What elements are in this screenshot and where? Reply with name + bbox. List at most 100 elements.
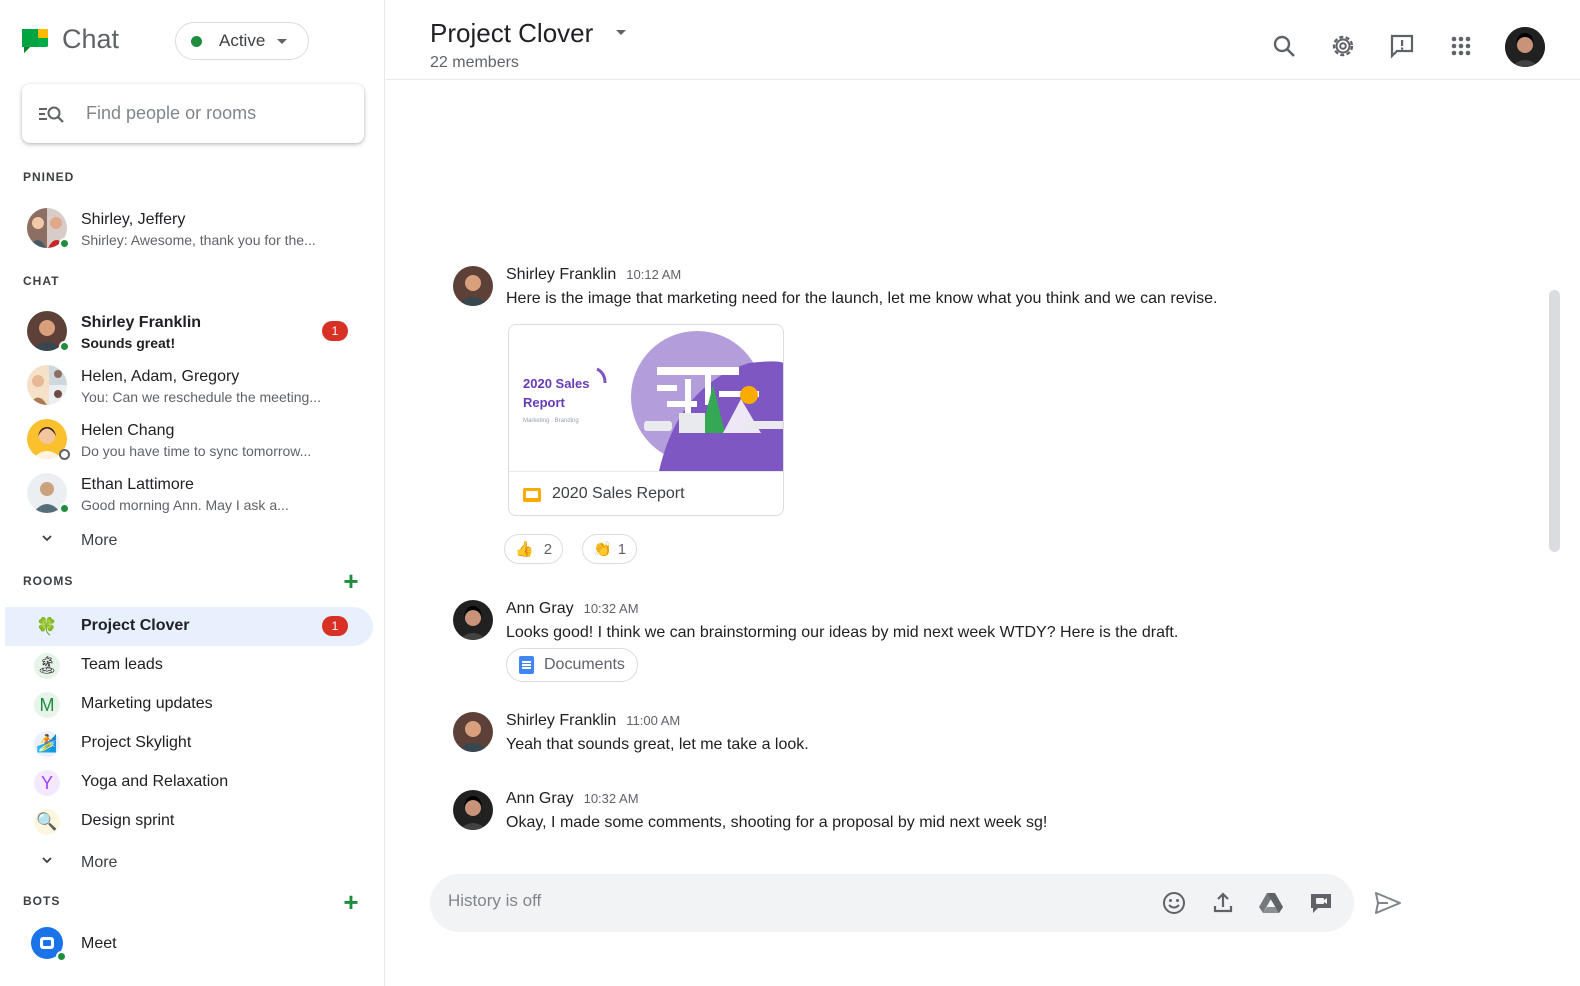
bot-item-meet[interactable]: Meet	[0, 918, 385, 972]
scrollbar-thumb[interactable]	[1549, 290, 1560, 552]
apps-grid-icon[interactable]	[1447, 32, 1475, 60]
chat-item-helen-adam-gregory[interactable]: Helen, Adam, Gregory You: Can we resched…	[0, 358, 385, 412]
gear-icon[interactable]	[1329, 32, 1357, 60]
group-avatar	[27, 365, 67, 405]
author-name: Ann Gray	[506, 790, 574, 807]
message-input[interactable]	[448, 891, 1128, 911]
documents-chip[interactable]: Documents	[506, 648, 638, 682]
room-item-yoga-and-relaxation[interactable]: Y Yoga and Relaxation	[0, 763, 385, 802]
room-item-project-skylight[interactable]: 🏄 Project Skylight	[0, 724, 385, 763]
chat-logo-icon	[22, 29, 48, 53]
find-people-search[interactable]	[22, 84, 364, 143]
account-avatar[interactable]	[1505, 27, 1545, 67]
room-item-design-sprint[interactable]: 🔍 Design sprint	[0, 802, 385, 841]
thumbs-up-icon: 👍	[515, 541, 534, 558]
room-name: Team leads	[81, 656, 163, 673]
meet-video-icon[interactable]	[1308, 890, 1334, 916]
slides-attachment-card[interactable]: 2020 Sales Report Marketing · Branding 2…	[508, 324, 784, 516]
online-indicator	[59, 238, 70, 249]
room-item-marketing-updates[interactable]: M Marketing updates	[0, 685, 385, 724]
drive-icon[interactable]	[1258, 890, 1284, 916]
message-author: Ann Gray 10:32 AM	[506, 790, 639, 808]
person-avatar-icon	[453, 712, 493, 752]
letter-y-icon: Y	[34, 770, 60, 796]
bot-avatar	[31, 927, 67, 962]
chip-label: Documents	[544, 656, 625, 673]
reaction-thumbs-up[interactable]: 👍 2	[504, 534, 564, 564]
chat-more-button[interactable]: More	[0, 526, 385, 556]
chevron-down-icon	[42, 535, 52, 542]
dm-name: Shirley Franklin	[81, 314, 202, 331]
offline-indicator	[59, 449, 70, 460]
docs-file-icon	[519, 656, 534, 674]
group-avatar	[27, 208, 70, 249]
emoji-icon[interactable]	[1161, 890, 1187, 916]
person-avatar-icon	[1505, 27, 1545, 67]
message-time: 10:12 AM	[626, 267, 682, 282]
search-icon[interactable]	[1270, 32, 1298, 60]
reaction-clap[interactable]: 👏 1	[582, 534, 638, 564]
bots-section-label: BOTS	[23, 894, 61, 908]
slides-file-icon	[523, 488, 541, 502]
room-name: Marketing updates	[81, 695, 213, 712]
feedback-icon[interactable]	[1388, 32, 1416, 60]
status-dot-icon	[191, 35, 202, 47]
unread-badge: 1	[322, 616, 348, 636]
online-indicator	[59, 341, 70, 352]
search-input[interactable]	[86, 103, 346, 124]
message-time: 11:00 AM	[626, 713, 681, 728]
sender-avatar[interactable]	[453, 600, 493, 640]
member-count[interactable]: 22 members	[430, 54, 519, 72]
dm-name: Helen Chang	[81, 422, 175, 439]
message-text: Looks good! I think we can brainstorming…	[506, 624, 1179, 641]
message-author: Shirley Franklin 11:00 AM	[506, 712, 680, 730]
rooms-more-button[interactable]: More	[0, 848, 385, 878]
dm-name: Ethan Lattimore	[81, 476, 194, 493]
add-bot-button[interactable]: +	[340, 889, 362, 915]
unread-badge: 1	[322, 321, 348, 341]
pinned-section-label: PNINED	[23, 170, 75, 184]
avatar	[27, 473, 70, 514]
attachment-thumbnail: 2020 Sales Report Marketing · Branding	[509, 325, 783, 471]
illustration-graphic	[596, 331, 783, 471]
dm-preview: Sounds great!	[81, 335, 176, 351]
message-text: Yeah that sounds great, let me take a lo…	[506, 736, 809, 753]
room-name: Project Skylight	[81, 734, 192, 751]
dm-preview: You: Can we reschedule the meeting...	[81, 389, 321, 405]
dm-name: Helen, Adam, Gregory	[81, 368, 240, 385]
room-item-team-leads[interactable]: 🏝 Team leads	[0, 646, 385, 685]
surfer-icon: 🏄	[34, 731, 60, 757]
chat-item-ethan-lattimore[interactable]: Ethan Lattimore Good morning Ann. May I …	[0, 466, 385, 520]
magnifier-icon: 🔍	[34, 809, 60, 835]
status-dropdown[interactable]: Active	[175, 22, 309, 60]
app-name: Chat	[62, 24, 120, 54]
dm-name: Shirley, Jeffery	[81, 211, 186, 228]
rooms-section-label: ROOMS	[23, 574, 74, 588]
send-icon[interactable]	[1374, 890, 1402, 916]
attachment-footer: 2020 Sales Report	[509, 471, 783, 515]
online-indicator	[56, 951, 67, 962]
island-icon: 🏝	[34, 653, 60, 679]
upload-icon[interactable]	[1210, 890, 1236, 916]
room-title[interactable]: Project Clover	[430, 18, 593, 49]
sender-avatar[interactable]	[453, 790, 493, 830]
sender-avatar[interactable]	[453, 712, 493, 752]
message-time: 10:32 AM	[583, 791, 639, 806]
room-item-project-clover[interactable]: 🍀 Project Clover 1	[5, 607, 373, 646]
room-header: Project Clover 22 members	[386, 0, 1580, 80]
caret-down-icon[interactable]	[616, 30, 626, 35]
more-label: More	[81, 854, 118, 871]
chat-item-helen-chang[interactable]: Helen Chang Do you have time to sync tom…	[0, 412, 385, 466]
dm-preview: Good morning Ann. May I ask a...	[81, 497, 289, 513]
person-avatar-icon	[453, 600, 493, 640]
chat-item-shirley-franklin[interactable]: Shirley Franklin Sounds great! 1	[0, 304, 385, 358]
pinned-item[interactable]: Shirley, Jeffery Shirley: Awesome, thank…	[0, 201, 385, 255]
person-avatar-icon	[453, 790, 493, 830]
add-room-button[interactable]: +	[340, 568, 362, 594]
message-list: Shirley Franklin 10:12 AM Here is the ima…	[386, 80, 1580, 870]
status-label: Active	[219, 31, 266, 50]
more-label: More	[81, 532, 118, 549]
sender-avatar[interactable]	[453, 266, 493, 306]
attachment-name: 2020 Sales Report	[552, 485, 685, 502]
person-avatar-icon	[453, 266, 493, 306]
